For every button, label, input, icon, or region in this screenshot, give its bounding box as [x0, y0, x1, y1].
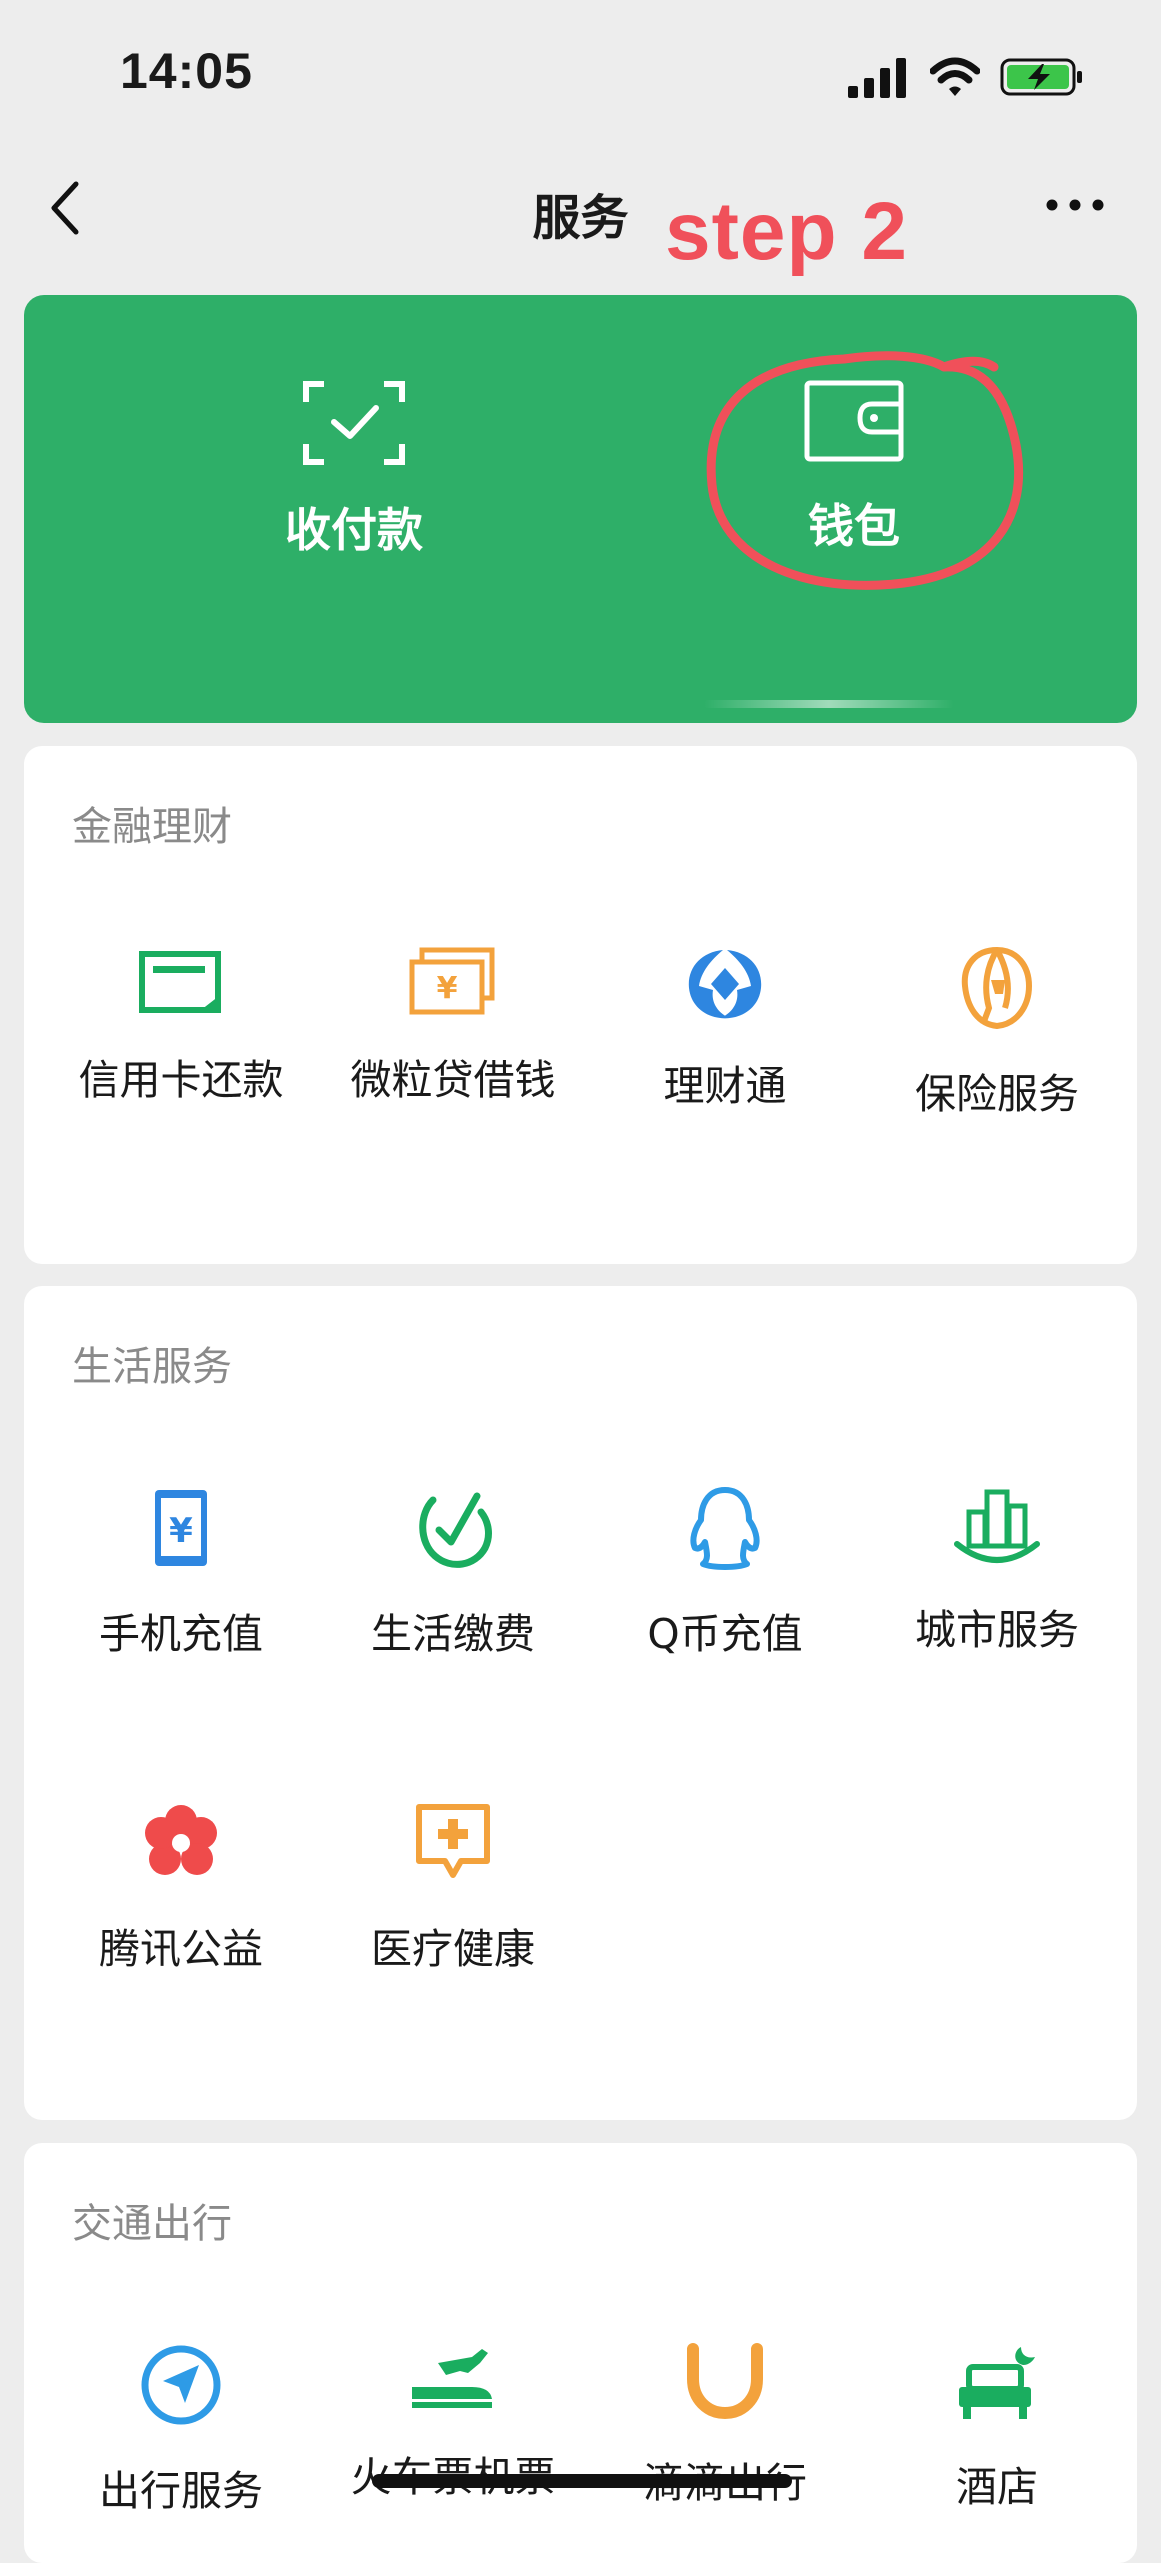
bill-check-icon — [419, 1492, 492, 1568]
section-finance: 金融理财 信用卡还款 ¥ 微粒贷借钱 理财通 保险服务 — [24, 746, 1137, 1264]
item-label: 城市服务 — [915, 1606, 1079, 1654]
item-label: 出行服务 — [99, 2467, 263, 2515]
item-label: 信用卡还款 — [78, 1056, 284, 1104]
scan-check-icon — [303, 381, 405, 465]
item-label: 医疗健康 — [371, 1925, 535, 1973]
section-transport: 交通出行 出行服务 火车票机票 滴滴出行 酒店 — [24, 2143, 1137, 2563]
weili-loan-button[interactable]: ¥ 微粒贷借钱 — [317, 946, 589, 1106]
nav-bar: 服务 — [0, 150, 1161, 260]
page-title: 服务 — [532, 190, 629, 246]
section-title: 金融理财 — [72, 804, 232, 850]
home-indicator — [372, 2474, 792, 2488]
insurance-icon — [961, 946, 1033, 1030]
svg-text:¥: ¥ — [169, 1511, 193, 1551]
status-time: 14:05 — [120, 43, 253, 99]
yuan-bill-icon: ¥ — [409, 947, 495, 1015]
item-label: 酒店 — [956, 2463, 1038, 2511]
didi-icon — [687, 2343, 763, 2419]
section-title: 交通出行 — [72, 2201, 232, 2247]
utility-bill-button[interactable]: 生活缴费 — [317, 1486, 589, 1660]
licaitong-icon — [688, 950, 762, 1019]
item-label: 生活缴费 — [371, 1610, 535, 1658]
battery-charging-icon — [1000, 58, 1082, 96]
wifi-icon — [930, 57, 980, 96]
item-label: Q币充值 — [647, 1610, 803, 1658]
receive-pay-label: 收付款 — [285, 503, 423, 557]
receive-pay-button[interactable]: 收付款 — [204, 380, 504, 600]
penguin-icon — [690, 1487, 760, 1570]
cellular-signal-icon — [848, 58, 906, 98]
tencent-charity-button[interactable]: 腾讯公益 — [45, 1801, 317, 1975]
item-label: 火车票机票 — [317, 2443, 589, 2503]
item-label: 手机充值 — [99, 1610, 263, 1658]
status-bar: 14:05 — [0, 0, 1161, 150]
red-circle-annotation — [706, 351, 1024, 590]
insurance-button[interactable]: 保险服务 — [861, 946, 1133, 1120]
licaitong-button[interactable]: 理财通 — [589, 946, 861, 1112]
svg-text:¥: ¥ — [437, 971, 458, 1006]
city-buildings-icon — [954, 1489, 1040, 1563]
more-icon[interactable] — [1040, 180, 1110, 230]
header-indicator — [704, 700, 954, 708]
item-label: 腾讯公益 — [99, 1925, 263, 1973]
travel-services-button[interactable]: 出行服务 — [45, 2343, 317, 2517]
city-services-button[interactable]: 城市服务 — [861, 1486, 1133, 1656]
section-title: 生活服务 — [72, 1344, 232, 1390]
flower-icon — [145, 1805, 217, 1875]
phone-topup-button[interactable]: ¥ 手机充值 — [45, 1486, 317, 1660]
qcoin-topup-button[interactable]: Q币充值 — [589, 1486, 861, 1660]
credit-card-icon — [139, 951, 221, 1013]
item-label: 微粒贷借钱 — [350, 1056, 556, 1104]
credit-card-repay-button[interactable]: 信用卡还款 — [45, 946, 317, 1106]
hotel-button[interactable]: 酒店 — [861, 2343, 1133, 2513]
payment-header: 收付款 钱包 — [24, 295, 1137, 723]
train-plane-icon — [412, 2349, 492, 2408]
step-annotation: step 2 — [665, 186, 908, 277]
item-label: 理财通 — [663, 1062, 787, 1110]
medical-health-button[interactable]: 医疗健康 — [317, 1801, 589, 1975]
section-life: 生活服务 ¥ 手机充值 生活缴费 Q币充值 城市服务 腾讯公益 医疗健康 — [24, 1286, 1137, 2120]
navigation-arrow-icon — [141, 2345, 221, 2425]
phone-yuan-icon: ¥ — [155, 1490, 207, 1566]
medical-cross-icon — [416, 1804, 490, 1878]
item-label: 保险服务 — [915, 1070, 1079, 1118]
hotel-bed-icon — [959, 2347, 1035, 2419]
